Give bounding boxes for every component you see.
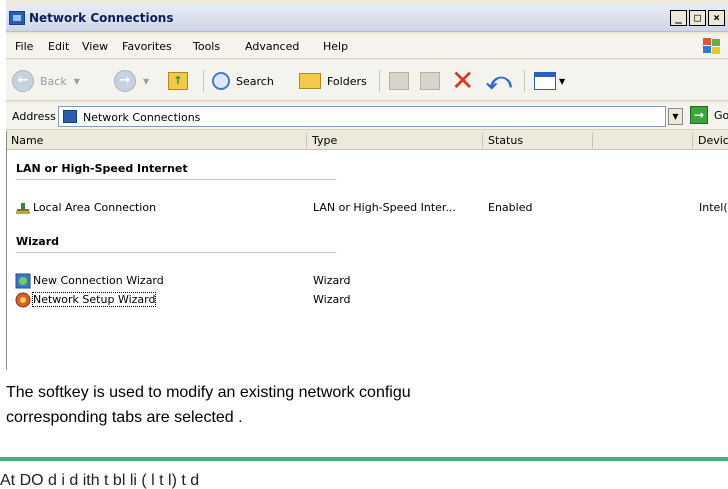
column-name[interactable]: Name bbox=[11, 134, 43, 147]
search-button[interactable]: Search bbox=[212, 69, 274, 93]
forward-button[interactable]: → ▼ bbox=[114, 69, 149, 93]
menu-advanced[interactable]: Advanced bbox=[245, 40, 299, 53]
network-connections-icon bbox=[9, 11, 25, 25]
group-header-wizard: Wizard bbox=[16, 235, 60, 248]
move-to-button[interactable] bbox=[389, 69, 409, 93]
menu-help[interactable]: Help bbox=[323, 40, 348, 53]
list-item[interactable]: Network Setup Wizard Wizard bbox=[15, 291, 715, 309]
move-to-icon bbox=[389, 72, 409, 90]
cropped-text: At DO d i d ith t bl li ( l t l) t d bbox=[0, 472, 200, 489]
column-device-name[interactable]: Device Nar bbox=[698, 134, 728, 147]
back-dropdown-icon: ▼ bbox=[73, 76, 80, 86]
group-header-lan: LAN or High-Speed Internet bbox=[16, 162, 188, 175]
address-input[interactable]: Network Connections bbox=[58, 106, 666, 127]
wizard-name: New Connection Wizard bbox=[33, 274, 164, 287]
connection-device: Intel(R) PR bbox=[699, 201, 728, 214]
back-label: Back bbox=[40, 74, 67, 88]
go-arrow-icon: → bbox=[690, 106, 708, 124]
title-bar[interactable]: Network Connections _ □ × bbox=[6, 4, 728, 32]
back-arrow-icon: ← bbox=[12, 70, 34, 92]
toolbar-separator bbox=[203, 70, 204, 92]
toolbar-separator bbox=[524, 70, 525, 92]
forward-dropdown-icon: ▼ bbox=[143, 76, 150, 86]
group-divider bbox=[16, 252, 336, 253]
wizard-type: Wizard bbox=[313, 293, 351, 306]
network-setup-wizard-icon bbox=[15, 292, 31, 308]
up-folder-button[interactable]: ↑ bbox=[168, 69, 188, 93]
folders-icon bbox=[299, 73, 321, 89]
folders-label: Folders bbox=[327, 74, 367, 88]
manual-caption: The softkey is used to modify an existin… bbox=[6, 380, 728, 430]
list-item[interactable]: New Connection Wizard Wizard bbox=[15, 272, 715, 290]
column-separator[interactable] bbox=[306, 133, 307, 148]
address-value: Network Connections bbox=[83, 111, 201, 124]
menu-tools[interactable]: Tools bbox=[193, 40, 220, 53]
address-label: Address bbox=[12, 110, 56, 123]
views-dropdown-icon: ▼ bbox=[559, 76, 566, 86]
wizard-type: Wizard bbox=[313, 274, 351, 287]
column-type[interactable]: Type bbox=[312, 134, 337, 147]
close-button[interactable]: × bbox=[708, 10, 725, 26]
connection-type: LAN or High-Speed Inter... bbox=[313, 201, 456, 214]
views-icon bbox=[534, 72, 556, 90]
go-label: Go bbox=[714, 108, 728, 122]
caption-line: The softkey is used to modify an existin… bbox=[6, 384, 411, 401]
views-button[interactable]: ▼ bbox=[534, 69, 565, 93]
folders-button[interactable]: Folders bbox=[299, 69, 367, 93]
address-dropdown-button[interactable]: ▼ bbox=[668, 108, 683, 125]
lan-connection-icon bbox=[15, 200, 31, 216]
delete-icon: ✕ bbox=[451, 64, 475, 97]
search-icon bbox=[212, 72, 230, 90]
address-bar: Address Network Connections ▼ → Go bbox=[6, 103, 728, 130]
network-connections-icon bbox=[63, 110, 77, 123]
undo-icon: ⤺ bbox=[486, 67, 512, 95]
group-divider bbox=[16, 179, 336, 180]
toolbar: ← Back ▼ → ▼ ↑ Search Folders ✕ ⤺ ▼ bbox=[6, 60, 728, 101]
column-header: Name Type Status Device Nar bbox=[7, 131, 728, 150]
connections-list[interactable]: Name Type Status Device Nar LAN or High-… bbox=[6, 131, 728, 370]
wizard-name: Network Setup Wizard bbox=[31, 292, 157, 307]
undo-button[interactable]: ⤺ bbox=[486, 69, 512, 93]
new-connection-wizard-icon bbox=[15, 273, 31, 289]
green-divider bbox=[0, 457, 728, 461]
connection-status: Enabled bbox=[488, 201, 533, 214]
copy-to-button[interactable] bbox=[420, 69, 440, 93]
search-label: Search bbox=[236, 74, 274, 88]
list-item[interactable]: Local Area Connection LAN or High-Speed … bbox=[15, 199, 728, 217]
menu-view[interactable]: View bbox=[82, 40, 108, 53]
windows-logo-icon bbox=[703, 38, 721, 55]
connection-name: Local Area Connection bbox=[33, 201, 157, 214]
menu-favorites[interactable]: Favorites bbox=[122, 40, 172, 53]
network-connections-window: Network Connections _ □ × File Edit View… bbox=[6, 0, 728, 370]
up-folder-icon: ↑ bbox=[168, 72, 188, 90]
menu-bar: File Edit View Favorites Tools Advanced … bbox=[6, 34, 728, 59]
column-separator[interactable] bbox=[482, 133, 483, 148]
menu-edit[interactable]: Edit bbox=[48, 40, 69, 53]
column-separator[interactable] bbox=[692, 133, 693, 148]
back-button[interactable]: ← Back ▼ bbox=[12, 69, 80, 93]
forward-arrow-icon: → bbox=[114, 70, 136, 92]
minimize-button[interactable]: _ bbox=[670, 10, 687, 26]
copy-to-icon bbox=[420, 72, 440, 90]
caption-line: corresponding tabs are selected . bbox=[6, 409, 243, 426]
toolbar-separator bbox=[379, 70, 380, 92]
column-separator[interactable] bbox=[592, 133, 593, 148]
delete-button[interactable]: ✕ bbox=[451, 64, 475, 97]
window-title: Network Connections bbox=[29, 11, 174, 25]
maximize-button[interactable]: □ bbox=[689, 10, 706, 26]
menu-file[interactable]: File bbox=[15, 40, 33, 53]
go-button[interactable]: → Go bbox=[690, 106, 728, 124]
column-status[interactable]: Status bbox=[488, 134, 523, 147]
